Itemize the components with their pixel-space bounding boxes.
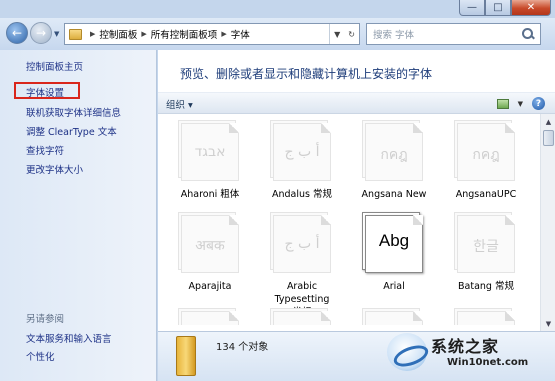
font-file-icon — [359, 308, 429, 325]
breadcrumb-separator-icon[interactable]: ▶ — [221, 30, 226, 38]
font-tile-batang[interactable]: 한글 Batang 常规 — [440, 212, 532, 293]
font-file-icon: أ ب ج — [267, 120, 337, 182]
font-name: Arial — [383, 281, 405, 292]
breadcrumb-fonts[interactable]: 字体 — [231, 27, 250, 41]
font-tile-partial[interactable] — [440, 308, 532, 325]
adjust-cleartype-link[interactable]: 调整 ClearType 文本 — [26, 124, 117, 138]
see-also-heading: 另请参阅 — [26, 314, 65, 325]
get-font-info-online-link[interactable]: 联机获取字体详细信息 — [26, 105, 121, 119]
item-count: 134 个对象 — [216, 342, 269, 353]
font-name: Angsana New — [361, 189, 427, 200]
view-dropdown-icon[interactable]: ▼ — [518, 100, 523, 108]
font-preview-glyph: अबक — [195, 238, 225, 254]
font-tile-partial[interactable] — [256, 308, 348, 325]
search-box[interactable]: 搜索 字体 — [366, 23, 541, 45]
search-input[interactable]: 搜索 字体 — [367, 27, 520, 41]
font-preview-glyph: أ ب ج — [284, 236, 320, 252]
navigation-bar: ← → ▼ ▶ 控制面板 ▶ 所有控制面板项 ▶ 字体 ▼ ↻ 搜索 字体 — [0, 18, 555, 50]
font-file-icon — [451, 308, 521, 325]
font-name: Andalus 常规 — [271, 189, 332, 200]
font-tile-angsanaupc[interactable]: กคฎ AngsanaUPC — [440, 120, 532, 201]
left-task-pane: 控制面板主页 字体设置 联机获取字体详细信息 调整 ClearType 文本 查… — [0, 50, 157, 381]
font-tile-partial[interactable] — [348, 308, 440, 325]
font-tile-aharoni[interactable]: אבגד Aharoni 粗体 — [164, 120, 256, 201]
font-file-icon: กคฎ — [359, 120, 429, 182]
vertical-scrollbar[interactable]: ▲ ▼ — [540, 114, 555, 331]
scroll-down-icon[interactable]: ▼ — [542, 317, 555, 330]
font-grid: אבגד Aharoni 粗体 أ ب ج Andalus 常规 กคฎ Ang… — [164, 120, 534, 325]
font-tile-aparajita[interactable]: अबक Aparajita — [164, 212, 256, 293]
personalization-link[interactable]: 个性化 — [26, 349, 55, 363]
address-dropdown-icon[interactable]: ▼ — [330, 30, 344, 39]
font-preview-glyph: אבגד — [194, 144, 226, 160]
font-name: AngsanaUPC — [455, 189, 517, 200]
font-tile-arial[interactable]: Abg Arial — [348, 212, 440, 293]
font-tile-partial[interactable] — [164, 308, 256, 325]
font-preview-glyph: Abg — [378, 231, 410, 250]
font-file-icon: Abg — [359, 212, 429, 274]
scroll-thumb[interactable] — [543, 130, 554, 146]
change-view-icon[interactable] — [496, 98, 509, 109]
font-preview-glyph: กคฎ — [380, 147, 408, 163]
breadcrumb-all-items[interactable]: 所有控制面板项 — [151, 27, 218, 41]
watermark-swirl-icon — [387, 333, 427, 371]
breadcrumb-separator-icon[interactable]: ▶ — [90, 30, 95, 38]
font-file-icon: 한글 — [451, 212, 521, 274]
window-controls: — □ ✕ — [459, 0, 551, 16]
font-tile-arabic-typesetting[interactable]: أ ب ج Arabic Typesetting 常规 — [256, 212, 348, 319]
watermark-url: Win10net.com — [447, 357, 529, 368]
change-font-size-link[interactable]: 更改字体大小 — [26, 162, 83, 176]
font-tile-andalus[interactable]: أ ب ج Andalus 常规 — [256, 120, 348, 201]
find-character-link[interactable]: 查找字符 — [26, 143, 64, 157]
back-arrow-icon: ← — [11, 26, 23, 40]
forward-arrow-icon: → — [35, 26, 47, 40]
refresh-icon[interactable]: ↻ — [344, 30, 359, 39]
back-button[interactable]: ← — [6, 22, 28, 44]
watermark-title: 系统之家 — [431, 337, 500, 356]
folder-icon — [69, 28, 82, 40]
font-name: Aparajita — [188, 281, 232, 292]
font-file-icon — [175, 308, 245, 325]
font-file-icon — [267, 308, 337, 325]
font-name: Aharoni 粗体 — [180, 189, 240, 200]
recent-pages-dropdown[interactable]: ▼ — [54, 30, 59, 38]
font-file-icon: أ ب ج — [267, 212, 337, 274]
font-settings-link[interactable]: 字体设置 — [26, 85, 64, 99]
address-bar[interactable]: ▶ 控制面板 ▶ 所有控制面板项 ▶ 字体 ▼ ↻ — [64, 23, 360, 45]
watermark-logo: 系统之家 Win10net.com — [383, 331, 549, 375]
scroll-up-icon[interactable]: ▲ — [542, 115, 555, 128]
breadcrumb-separator-icon[interactable]: ▶ — [141, 30, 146, 38]
font-file-icon: אבגד — [175, 120, 245, 182]
font-file-icon: กคฎ — [451, 120, 521, 182]
breadcrumb-control-panel[interactable]: 控制面板 — [99, 27, 137, 41]
font-preview-glyph: กคฎ — [472, 147, 500, 163]
font-name: Batang 常规 — [458, 281, 514, 292]
forward-button[interactable]: → — [30, 22, 52, 44]
control-panel-home-link[interactable]: 控制面板主页 — [26, 59, 83, 73]
help-icon[interactable]: ? — [532, 97, 545, 110]
text-services-link[interactable]: 文本服务和输入语言 — [26, 331, 112, 345]
page-title: 预览、删除或者显示和隐藏计算机上安装的字体 — [180, 67, 433, 81]
command-bar: 组织 ▾ ▼ ? — [158, 92, 555, 114]
font-tile-angsana-new[interactable]: กคฎ Angsana New — [348, 120, 440, 201]
minimize-button[interactable]: — — [459, 0, 485, 16]
organize-button[interactable]: 组织 ▾ — [166, 97, 193, 111]
close-button[interactable]: ✕ — [511, 0, 551, 16]
font-preview-glyph: 한글 — [473, 239, 499, 255]
search-icon[interactable] — [520, 26, 536, 42]
fonts-folder-icon — [176, 336, 196, 376]
font-file-icon: अबक — [175, 212, 245, 274]
maximize-button[interactable]: □ — [485, 0, 511, 16]
font-preview-glyph: أ ب ج — [284, 144, 320, 160]
